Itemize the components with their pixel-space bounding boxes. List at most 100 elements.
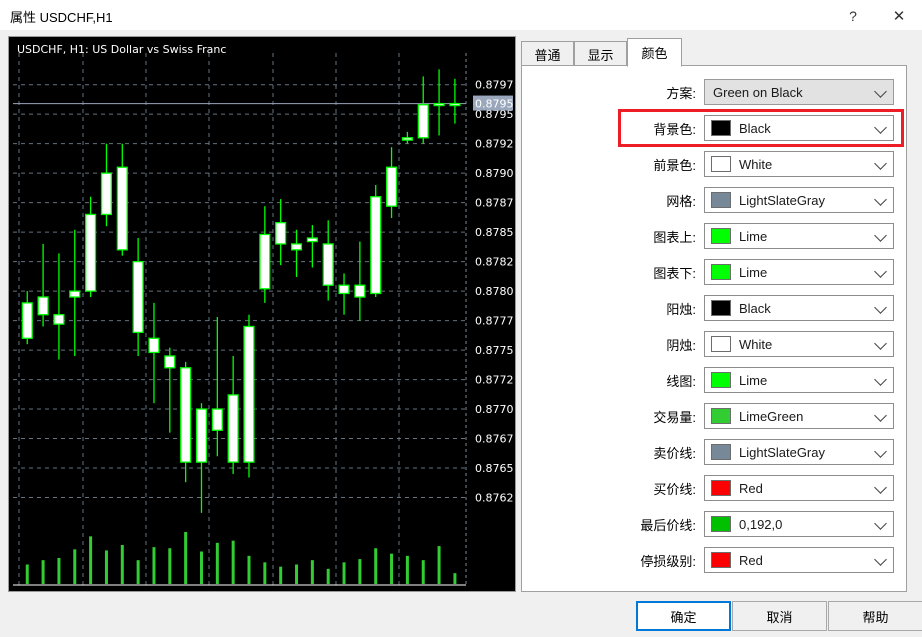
color-swatch	[711, 408, 731, 424]
color-row: 卖价线: LightSlateGray	[522, 438, 908, 466]
cancel-button[interactable]: 取消	[732, 601, 827, 631]
color-swatch	[711, 156, 731, 172]
svg-text:0.87825: 0.87825	[475, 256, 513, 269]
color-row: 阴烛: White	[522, 330, 908, 358]
color-dropdown[interactable]: Red	[704, 475, 894, 501]
color-row-label: 交易量:	[653, 409, 696, 425]
color-dropdown[interactable]: LightSlateGray	[704, 187, 894, 213]
color-value: Lime	[739, 372, 768, 388]
svg-text:0.87625: 0.87625	[475, 492, 513, 505]
chevron-down-icon	[874, 517, 887, 530]
svg-text:0.87975: 0.87975	[475, 79, 513, 92]
color-row: 网格: LightSlateGray	[522, 186, 908, 214]
svg-text:0.87900: 0.87900	[475, 167, 513, 180]
color-swatch	[711, 480, 731, 496]
color-swatch	[711, 264, 731, 280]
help-icon[interactable]: ?	[830, 0, 876, 31]
color-dropdown[interactable]: LightSlateGray	[704, 439, 894, 465]
color-swatch	[711, 192, 731, 208]
color-row: 交易量: LimeGreen	[522, 402, 908, 430]
chevron-down-icon	[874, 337, 887, 350]
chart-preview-panel: 0.879750.879500.879250.879000.878750.878…	[8, 36, 516, 592]
color-row-label: 买价线:	[653, 481, 696, 497]
color-value: Black	[739, 120, 771, 136]
svg-text:0.87800: 0.87800	[475, 285, 513, 298]
chevron-down-icon	[874, 193, 887, 206]
scheme-dropdown[interactable]: Green on Black	[704, 79, 894, 105]
svg-text:0.87700: 0.87700	[475, 403, 513, 416]
help-button[interactable]: 帮助	[828, 601, 922, 631]
color-row: 图表上: Lime	[522, 222, 908, 250]
tab-strip: 普通 显示 颜色	[520, 38, 916, 67]
color-value: Black	[739, 300, 771, 316]
color-row: 前景色: White	[522, 150, 908, 178]
color-swatch	[711, 228, 731, 244]
color-value: Lime	[739, 264, 768, 280]
color-value: LimeGreen	[739, 408, 804, 424]
color-row-label: 网格:	[666, 193, 696, 209]
color-row-label: 前景色:	[653, 157, 696, 173]
chevron-down-icon	[874, 553, 887, 566]
close-icon[interactable]: ✕	[876, 0, 922, 31]
color-swatch	[711, 444, 731, 460]
color-dropdown[interactable]: LimeGreen	[704, 403, 894, 429]
color-dropdown[interactable]: White	[704, 151, 894, 177]
color-dropdown[interactable]: Lime	[704, 367, 894, 393]
candlestick-chart: 0.879750.879500.879250.879000.878750.878…	[11, 39, 513, 589]
properties-dialog: 属性 USDCHF,H1 ? ✕ 0.879750.879500.879250.…	[0, 0, 922, 637]
svg-text:USDCHF, H1: US Dollar vs Swis: USDCHF, H1: US Dollar vs Swiss Franc	[17, 43, 226, 56]
color-row-label: 图表下:	[653, 265, 696, 281]
svg-text:0.87650: 0.87650	[475, 462, 513, 475]
color-row: 阳烛: Black	[522, 294, 908, 322]
chevron-down-icon	[874, 265, 887, 278]
chart-canvas[interactable]: 0.879750.879500.879250.879000.878750.878…	[11, 39, 513, 589]
svg-text:0.87675: 0.87675	[475, 433, 513, 446]
svg-text:0.87775: 0.87775	[475, 315, 513, 328]
chevron-down-icon	[874, 85, 887, 98]
colors-tab-page: 方案: Green on Black 背景色: Black 前景色: White 网格:…	[521, 65, 907, 592]
color-value: Red	[739, 552, 763, 568]
color-dropdown[interactable]: Lime	[704, 223, 894, 249]
color-dropdown[interactable]: Lime	[704, 259, 894, 285]
chevron-down-icon	[874, 121, 887, 134]
chevron-down-icon	[874, 445, 887, 458]
color-value: White	[739, 156, 773, 172]
color-dropdown[interactable]: 0,192,0	[704, 511, 894, 537]
svg-text:0.87750: 0.87750	[475, 344, 513, 357]
color-dropdown[interactable]: White	[704, 331, 894, 357]
scheme-row: 方案: Green on Black	[522, 78, 908, 106]
svg-text:0.87925: 0.87925	[475, 138, 513, 151]
color-swatch	[711, 300, 731, 316]
color-row-label: 图表上:	[653, 229, 696, 245]
chevron-down-icon	[874, 229, 887, 242]
color-value: White	[739, 336, 773, 352]
color-dropdown[interactable]: Red	[704, 547, 894, 573]
scheme-label: 方案:	[666, 85, 696, 101]
tab-colors[interactable]: 颜色	[627, 38, 682, 67]
color-dropdown[interactable]: Black	[704, 115, 894, 141]
color-row: 图表下: Lime	[522, 258, 908, 286]
color-row: 背景色: Black	[522, 114, 908, 142]
color-row-label: 背景色:	[653, 121, 696, 137]
tab-display[interactable]: 显示	[574, 41, 627, 66]
ok-button[interactable]: 确定	[636, 601, 731, 631]
chevron-down-icon	[874, 373, 887, 386]
color-swatch	[711, 372, 731, 388]
color-swatch	[711, 516, 731, 532]
color-row: 停损级别: Red	[522, 546, 908, 574]
scheme-value: Green on Black	[713, 84, 803, 100]
color-dropdown[interactable]: Black	[704, 295, 894, 321]
svg-text:0.87875: 0.87875	[475, 197, 513, 210]
color-row: 线图: Lime	[522, 366, 908, 394]
color-value: Red	[739, 480, 763, 496]
color-row-label: 线图:	[666, 373, 696, 389]
svg-text:0.87850: 0.87850	[475, 226, 513, 239]
dialog-footer: 确定 取消 帮助	[0, 596, 922, 637]
color-swatch	[711, 336, 731, 352]
color-value: LightSlateGray	[739, 444, 825, 460]
color-row: 最后价线: 0,192,0	[522, 510, 908, 538]
color-row-label: 最后价线:	[640, 517, 696, 533]
tab-general[interactable]: 普通	[521, 41, 574, 66]
chevron-down-icon	[874, 481, 887, 494]
color-row-label: 阳烛:	[666, 301, 696, 317]
